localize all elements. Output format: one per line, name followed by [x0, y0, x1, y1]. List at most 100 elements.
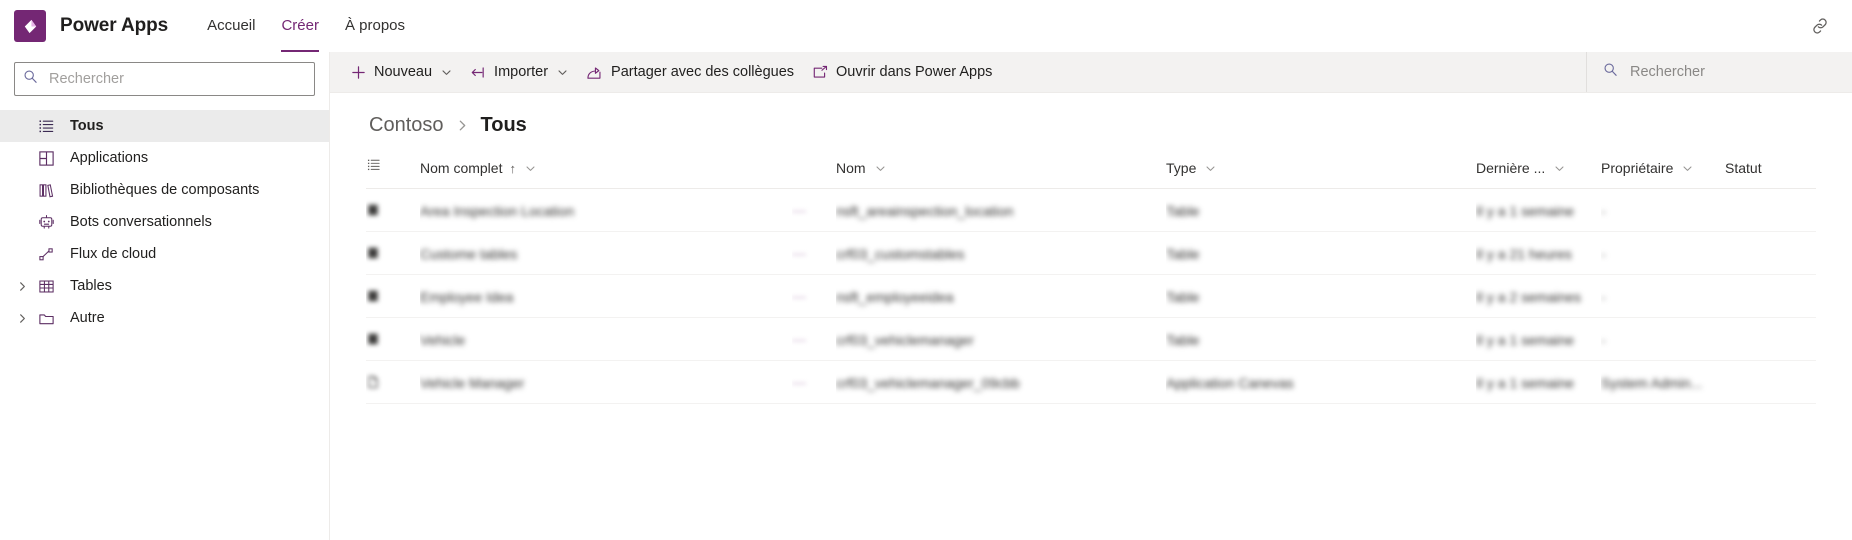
table-row[interactable]: Employee Idea — nsft_employeeidea Table …: [366, 274, 1816, 318]
chevron-down-icon[interactable]: [441, 67, 452, 78]
row-last-modified-cell: Il y a 1 semaine: [1476, 188, 1601, 232]
row-last-modified-cell: Il y a 1 semaine: [1476, 317, 1601, 361]
row-name: Employee Idea: [420, 288, 514, 305]
row-icon-cell: [366, 274, 420, 318]
row-last-modified: Il y a 1 semaine: [1476, 331, 1575, 348]
table-header: Nom complet ↑ Nom Type Dernière ... Prop…: [366, 157, 1816, 189]
row-type-cell: Table: [1166, 274, 1476, 318]
sidebar-item-autre[interactable]: Autre: [0, 302, 329, 334]
search-input[interactable]: [47, 70, 306, 88]
sidebar-item-tous[interactable]: Tous: [0, 110, 329, 142]
chevron-down-icon[interactable]: [1682, 163, 1693, 174]
chevron-down-icon[interactable]: [525, 163, 536, 174]
sidebar-item-bots[interactable]: Bots conversationnels: [0, 206, 329, 238]
table-row[interactable]: Custome tables — crf03_customstables Tab…: [366, 231, 1816, 275]
row-owner-cell: -: [1601, 274, 1725, 318]
column-header-statut[interactable]: Statut: [1725, 157, 1816, 189]
table-header-row: Nom complet ↑ Nom Type Dernière ... Prop…: [366, 157, 1816, 189]
table-row[interactable]: Vehicle Manager — crf03_vehiclemanager_0…: [366, 360, 1816, 404]
row-dots: —: [792, 202, 807, 218]
row-last-modified: Il y a 2 semaines: [1476, 288, 1582, 305]
import-button[interactable]: Importer: [461, 52, 577, 92]
nav-accueil[interactable]: Accueil: [194, 0, 268, 52]
page-body: Tous Applications Bibliothèques d: [0, 52, 1852, 540]
row-nom-cell: crf03_vehiclemanager_09cbb: [836, 360, 1166, 404]
sidebar-item-applications[interactable]: Applications: [0, 142, 329, 174]
sidebar-item-label: Flux de cloud: [70, 246, 157, 262]
chevron-down-icon[interactable]: [1554, 163, 1565, 174]
row-owner-cell: -: [1601, 317, 1725, 361]
column-header-proprietaire[interactable]: Propriétaire: [1601, 157, 1725, 189]
command-bar-search-input[interactable]: [1628, 63, 1852, 81]
breadcrumb-root[interactable]: Contoso: [369, 114, 444, 137]
sidebar-item-bibliotheques[interactable]: Bibliothèques de composants: [0, 174, 329, 206]
new-button-label: Nouveau: [374, 64, 433, 80]
row-last-modified-cell: Il y a 21 heures: [1476, 231, 1601, 275]
share-with-colleagues-button[interactable]: Partager avec des collègues: [577, 52, 803, 92]
row-type: Table: [1166, 331, 1200, 348]
column-header-label: Statut: [1725, 160, 1762, 176]
new-button[interactable]: Nouveau: [342, 52, 461, 92]
chevron-down-icon[interactable]: [557, 67, 568, 78]
search-icon: [1603, 62, 1618, 82]
sidebar-item-label: Autre: [70, 310, 105, 326]
row-owner: -: [1601, 288, 1606, 305]
sidebar-item-flux-de-cloud[interactable]: Flux de cloud: [0, 238, 329, 270]
column-header-spacer: [792, 157, 836, 189]
column-header-icon[interactable]: [366, 157, 420, 189]
row-last-modified: Il y a 21 heures: [1476, 245, 1572, 262]
row-status-cell: [1725, 274, 1816, 318]
row-type: Application Canevas: [1166, 374, 1294, 391]
column-header-nom-complet[interactable]: Nom complet ↑: [420, 157, 792, 189]
sidebar-item-tables[interactable]: Tables: [0, 270, 329, 302]
chevron-down-icon[interactable]: [1205, 163, 1216, 174]
sidebar-search-box[interactable]: [14, 62, 315, 96]
cloud-flow-icon: [32, 246, 60, 263]
row-name-cell: Vehicle: [420, 317, 792, 361]
chevron-right-icon[interactable]: [12, 313, 32, 324]
power-apps-logo-icon[interactable]: [14, 10, 46, 42]
column-header-nom[interactable]: Nom: [836, 157, 1166, 189]
sidebar-search-wrap: [0, 62, 329, 110]
table-row[interactable]: Area Inspection Location — nsft_areainsp…: [366, 188, 1816, 232]
sidebar-item-label: Bibliothèques de composants: [70, 182, 260, 198]
row-nom-cell: crf03_customstables: [836, 231, 1166, 275]
row-name-cell: Area Inspection Location: [420, 188, 792, 232]
column-header-derniere-modification[interactable]: Dernière ...: [1476, 157, 1601, 189]
row-icon-cell: [366, 317, 420, 361]
breadcrumb-current: Tous: [480, 113, 527, 136]
row-dots-cell: —: [792, 274, 836, 318]
column-header-type[interactable]: Type: [1166, 157, 1476, 189]
share-button-label: Partager avec des collègues: [611, 64, 795, 80]
nav-a-propos[interactable]: À propos: [332, 0, 418, 52]
sidebar-item-label: Tables: [70, 278, 112, 294]
suite-header-actions: [1806, 12, 1834, 40]
link-icon[interactable]: [1806, 12, 1834, 40]
row-nom: crf03_vehiclemanager: [836, 331, 974, 348]
command-bar-search-box[interactable]: [1603, 62, 1852, 82]
search-icon: [23, 69, 38, 89]
sidebar-item-label: Bots conversationnels: [70, 214, 212, 230]
sidebar-item-label: Tous: [70, 118, 104, 134]
main-region: Nouveau Importer Partager avec des collè…: [330, 52, 1852, 540]
open-button-label: Ouvrir dans Power Apps: [836, 64, 993, 80]
row-last-modified-cell: Il y a 1 semaine: [1476, 360, 1601, 404]
nav-creer[interactable]: Créer: [268, 0, 332, 52]
open-in-power-apps-button[interactable]: Ouvrir dans Power Apps: [803, 52, 1001, 92]
column-header-label: Nom: [836, 160, 866, 176]
chevron-right-icon[interactable]: [12, 281, 32, 292]
row-name: Area Inspection Location: [420, 202, 575, 219]
chevron-down-icon[interactable]: [875, 163, 886, 174]
list-bullet-icon: [32, 118, 60, 135]
app-title: Power Apps: [60, 15, 169, 36]
row-status-cell: [1725, 360, 1816, 404]
suite-nav: Accueil Créer À propos: [194, 0, 418, 52]
table-icon: [32, 278, 60, 295]
import-arrow-icon: [470, 65, 486, 80]
items-table: Nom complet ↑ Nom Type Dernière ... Prop…: [366, 157, 1816, 404]
table-row[interactable]: Vehicle — crf03_vehiclemanager Table Il …: [366, 317, 1816, 361]
row-name: Custome tables: [420, 245, 518, 262]
row-nom: nsft_areainspection_location: [836, 202, 1014, 219]
row-type: Table: [1166, 202, 1200, 219]
table-row-icon: [366, 332, 420, 346]
